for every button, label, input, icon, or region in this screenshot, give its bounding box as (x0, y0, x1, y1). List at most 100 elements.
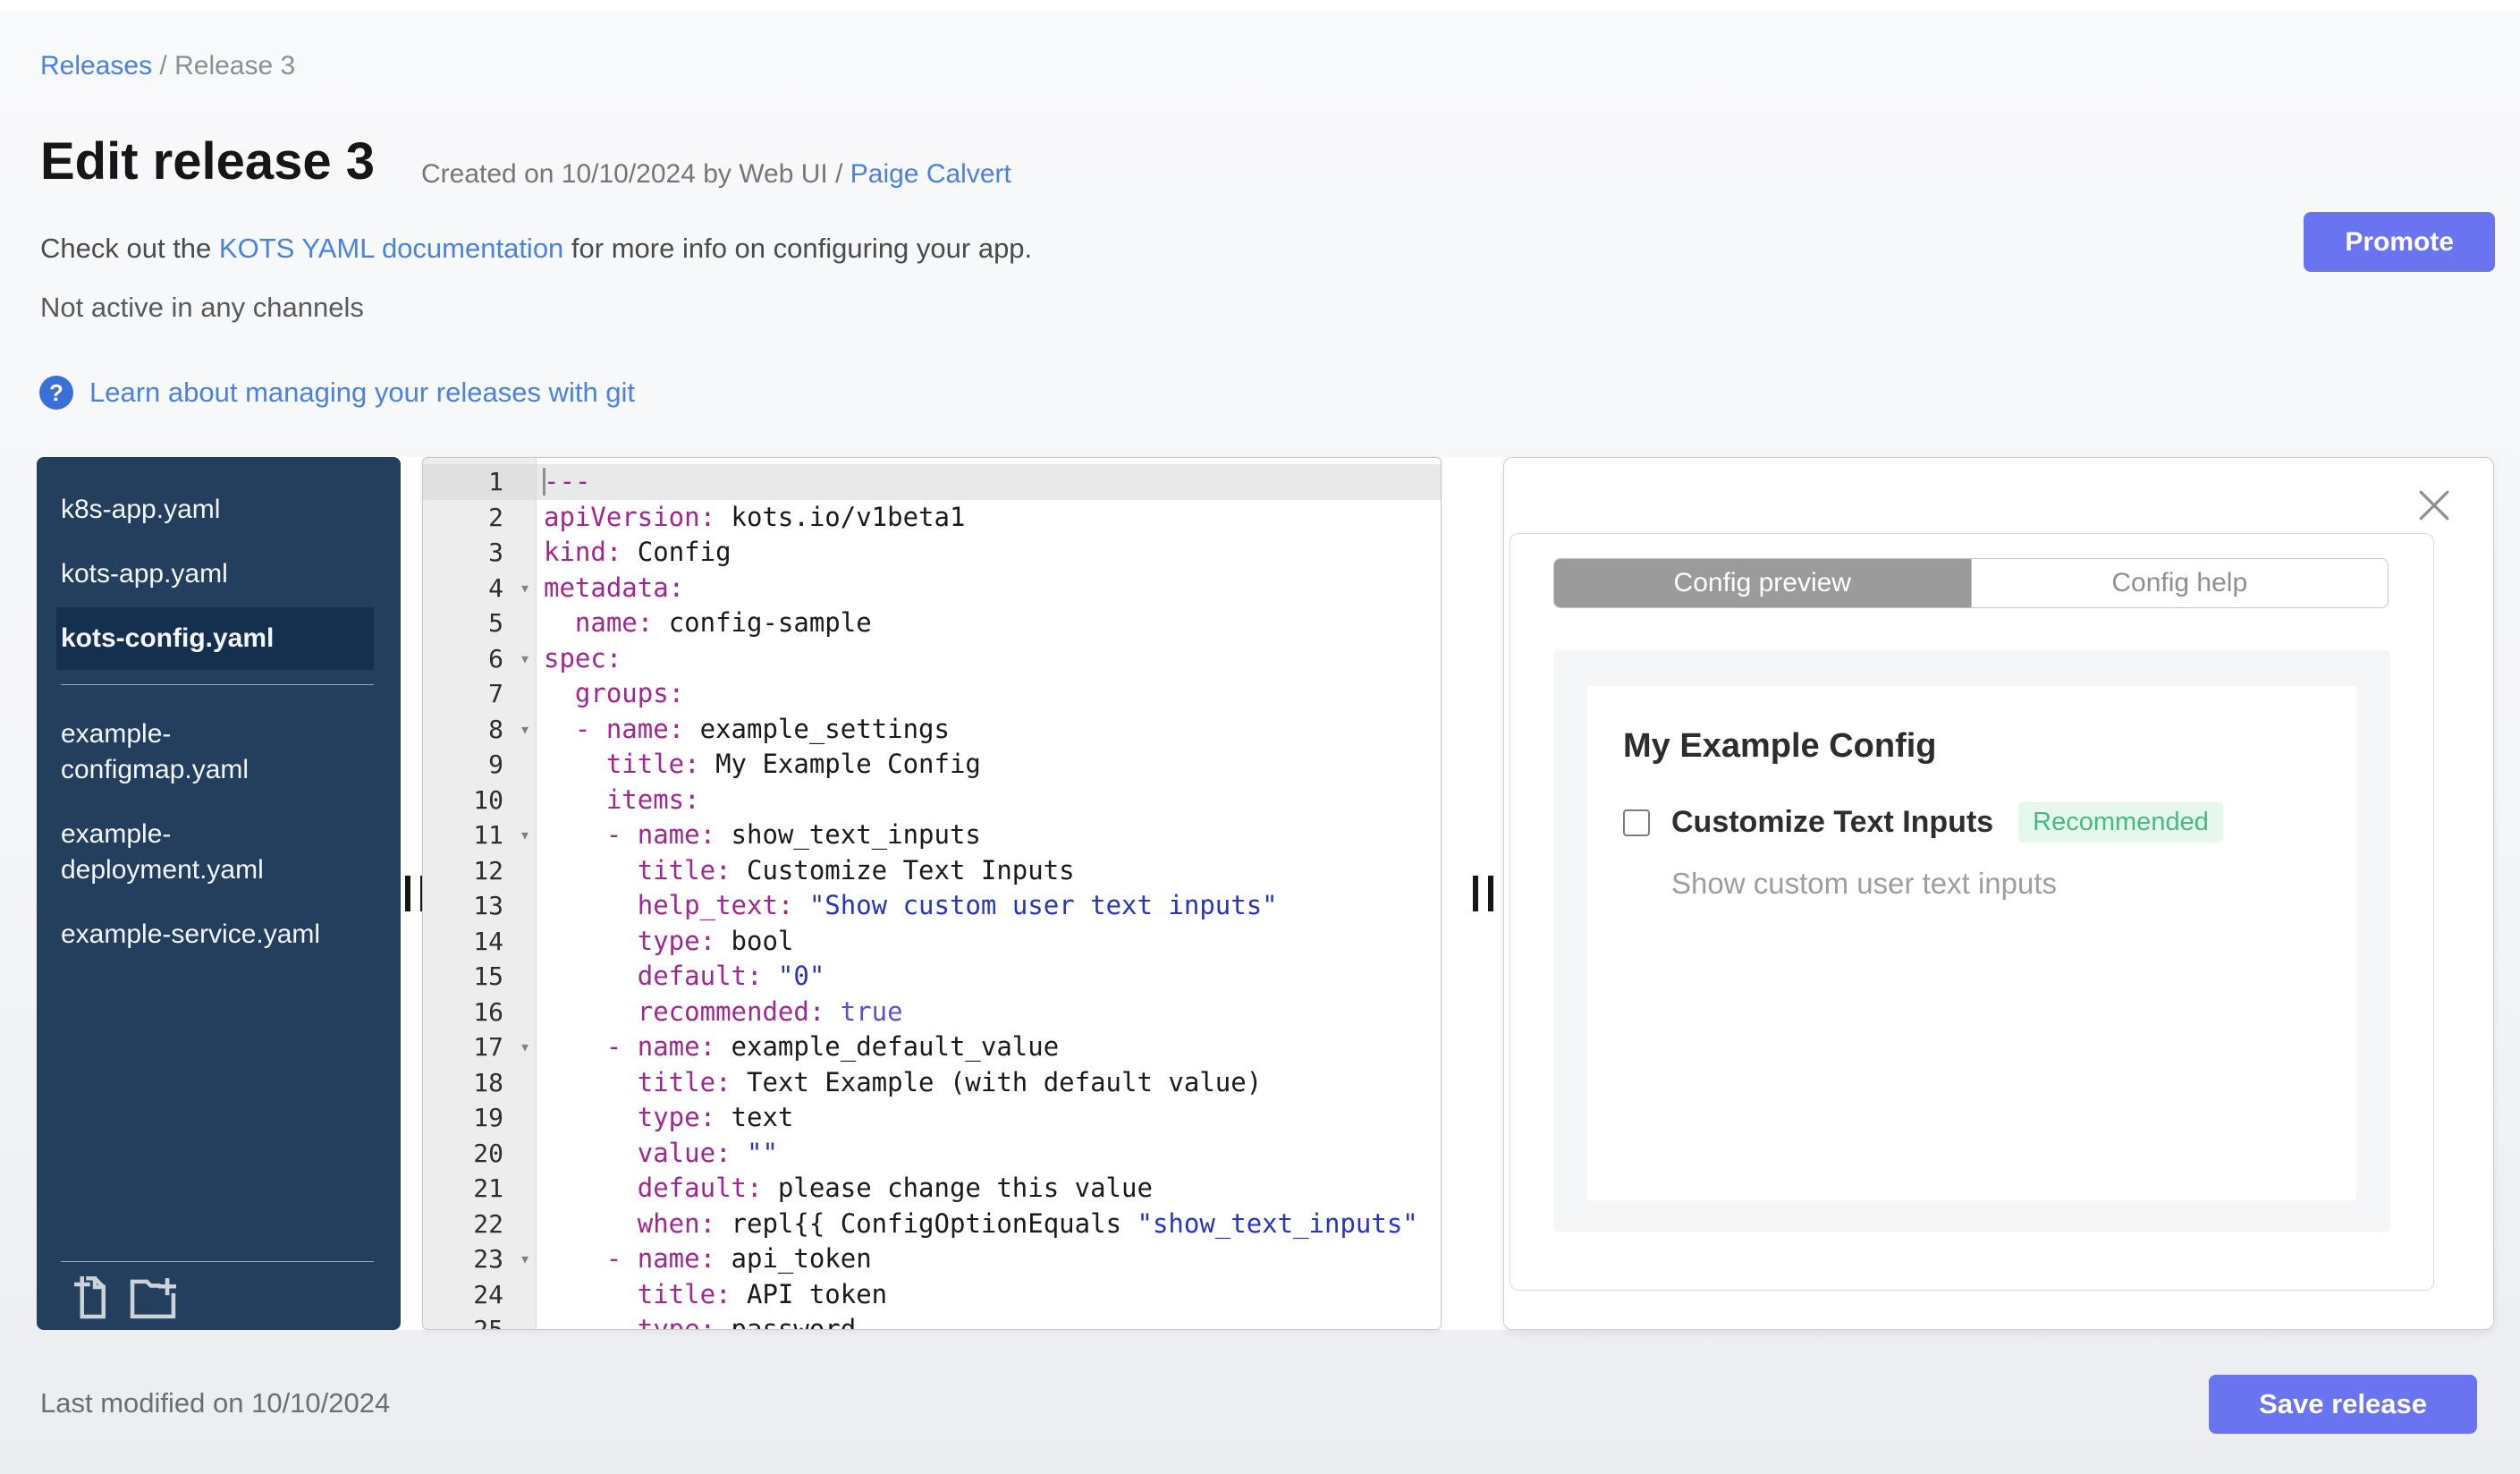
docs-hint-suffix: for more info on configuring your app. (563, 233, 1033, 264)
sidebar-file-example-configmap.yaml[interactable]: example-configmap.yaml (56, 703, 374, 801)
save-release-button[interactable]: Save release (2209, 1375, 2477, 1434)
add-folder-icon[interactable] (130, 1278, 176, 1319)
code-line-8[interactable]: 8 ▾ - name: example_settings (423, 712, 1441, 748)
fold-arrow-icon[interactable]: ▾ (520, 817, 530, 853)
sidebar-file-example-service.yaml[interactable]: example-service.yaml (56, 903, 374, 966)
code-line-6[interactable]: 6 ▾ spec: (423, 641, 1441, 677)
code-text: type: bool (637, 925, 794, 956)
code-line-5[interactable]: 5 name: config-sample (423, 606, 1441, 641)
sidebar-file-k8s-app.yaml[interactable]: k8s-app.yaml (56, 479, 374, 541)
line-number: 21 (473, 1173, 503, 1203)
code-text: --- (543, 466, 591, 496)
line-number: 6 ▾ (423, 641, 536, 677)
code-text: - name: example_settings (574, 713, 950, 744)
kots-yaml-docs-link[interactable]: KOTS YAML documentation (219, 233, 563, 264)
code-text: value: "" (637, 1137, 778, 1168)
line-number: 9 (488, 750, 503, 779)
text-cursor (543, 468, 545, 496)
code-line-23[interactable]: 23 ▾ - name: api_token (423, 1241, 1441, 1277)
fold-arrow-icon[interactable]: ▾ (520, 712, 530, 748)
code-line-14[interactable]: 14 type: bool (423, 924, 1441, 960)
code-line-16[interactable]: 16 recommended: true (423, 995, 1441, 1030)
config-preview-panel: Config preview Config help My Example Con… (1503, 457, 2494, 1330)
code-line-24[interactable]: 24 title: API token (423, 1277, 1441, 1313)
line-number: 19 (473, 1103, 503, 1132)
yaml-code-editor[interactable]: 1 --- 2 apiVersion: kots.io/v1beta1 3 kind: C… (422, 457, 1442, 1330)
close-icon[interactable] (2417, 488, 2451, 522)
question-mark-icon[interactable]: ? (39, 376, 73, 410)
code-text: default: please change this value (637, 1173, 1153, 1203)
code-line-19[interactable]: 19 type: text (423, 1100, 1441, 1136)
channels-status: Not active in any channels (40, 292, 364, 323)
sidebar-divider (61, 684, 374, 685)
git-releases-link[interactable]: Learn about managing your releases with … (89, 377, 635, 409)
release-workspace: k8s-app.yaml kots-app.yaml kots-config.yam… (37, 457, 2494, 1330)
promote-button[interactable]: Promote (2304, 212, 2495, 272)
line-number: 12 (473, 855, 503, 885)
line-number: 10 (473, 784, 503, 815)
code-line-7[interactable]: 7 groups: (423, 676, 1441, 712)
fold-arrow-icon[interactable]: ▾ (520, 1241, 530, 1277)
tab-config-preview[interactable]: Config preview (1554, 559, 1971, 607)
line-number: 24 (473, 1279, 503, 1309)
fold-arrow-icon[interactable]: ▾ (520, 571, 530, 606)
code-text: apiVersion: kots.io/v1beta1 (544, 501, 966, 532)
file-sidebar: k8s-app.yaml kots-app.yaml kots-config.yam… (37, 457, 401, 1330)
fold-arrow-icon[interactable]: ▾ (520, 641, 530, 677)
code-line-9[interactable]: 9 title: My Example Config (423, 747, 1441, 783)
line-number: 11 ▾ (423, 817, 536, 853)
preview-resize-handle[interactable] (1473, 876, 1493, 911)
line-number: 5 (488, 608, 503, 638)
breadcrumb: Releases / Release 3 (40, 51, 295, 81)
code-line-22[interactable]: 22 when: repl{{ ConfigOptionEquals "show… (423, 1207, 1441, 1242)
recommended-badge: Recommended (2018, 802, 2223, 843)
code-line-18[interactable]: 18 title: Text Example (with default val… (423, 1065, 1441, 1101)
line-number: 17 ▾ (423, 1029, 536, 1065)
config-group-card: My Example Config Customize Text Inputs … (1587, 686, 2356, 1200)
last-modified-text: Last modified on 10/10/2024 (40, 1387, 391, 1419)
code-line-20[interactable]: 20 value: "" (423, 1136, 1441, 1172)
code-text: title: My Example Config (605, 749, 981, 779)
code-line-15[interactable]: 15 default: "0" (423, 959, 1441, 995)
docs-hint-line: Check out the KOTS YAML documentation fo… (40, 233, 1032, 265)
code-text: type: text (637, 1102, 794, 1132)
add-file-icon[interactable] (74, 1276, 110, 1319)
line-number: 7 (488, 679, 503, 708)
sidebar-file-example-deployment.yaml[interactable]: example-deployment.yaml (56, 803, 374, 902)
code-line-1[interactable]: 1 --- (423, 464, 1441, 500)
line-number: 13 (473, 891, 503, 920)
sidebar-actions (74, 1276, 176, 1319)
code-text: title: Customize Text Inputs (637, 854, 1075, 885)
code-text: title: Text Example (with default value) (637, 1066, 1263, 1097)
sidebar-file-kots-app.yaml[interactable]: kots-app.yaml (56, 543, 374, 606)
code-text: groups: (574, 678, 685, 708)
line-number: 2 (488, 502, 503, 532)
git-help-line: ? Learn about managing your releases wit… (39, 376, 635, 410)
line-number: 3 (488, 538, 503, 567)
line-number: 22 (473, 1208, 503, 1239)
code-text: metadata: (544, 572, 685, 603)
code-lines: 1 --- 2 apiVersion: kots.io/v1beta1 3 kind: C… (423, 458, 1441, 1329)
code-line-13[interactable]: 13 help_text: "Show custom user text inp… (423, 888, 1441, 924)
code-line-11[interactable]: 11 ▾ - name: show_text_inputs (423, 817, 1441, 853)
code-line-4[interactable]: 4 ▾ metadata: (423, 571, 1441, 606)
code-text: default: "0" (637, 961, 825, 991)
breadcrumb-releases-link[interactable]: Releases (40, 51, 152, 80)
fold-arrow-icon[interactable]: ▾ (520, 1029, 530, 1065)
line-number: 1 (423, 464, 536, 500)
code-line-2[interactable]: 2 apiVersion: kots.io/v1beta1 (423, 500, 1441, 536)
tab-config-help[interactable]: Config help (1970, 559, 2388, 607)
code-line-25[interactable]: 25 type: password (423, 1312, 1441, 1329)
customize-text-inputs-checkbox[interactable] (1623, 809, 1650, 836)
code-line-17[interactable]: 17 ▾ - name: example_default_value (423, 1029, 1441, 1065)
code-line-3[interactable]: 3 kind: Config (423, 535, 1441, 571)
sidebar-file-kots-config.yaml[interactable]: kots-config.yaml (56, 607, 374, 670)
code-line-10[interactable]: 10 items: (423, 783, 1441, 818)
code-line-21[interactable]: 21 default: please change this value (423, 1171, 1441, 1207)
created-author-link[interactable]: Paige Calvert (850, 159, 1011, 189)
sidebar-divider (61, 1261, 374, 1262)
code-line-12[interactable]: 12 title: Customize Text Inputs (423, 853, 1441, 889)
line-number: 23 ▾ (423, 1241, 536, 1277)
code-text: when: repl{{ ConfigOptionEquals "show_te… (637, 1207, 1418, 1239)
code-text: kind: Config (544, 537, 731, 567)
